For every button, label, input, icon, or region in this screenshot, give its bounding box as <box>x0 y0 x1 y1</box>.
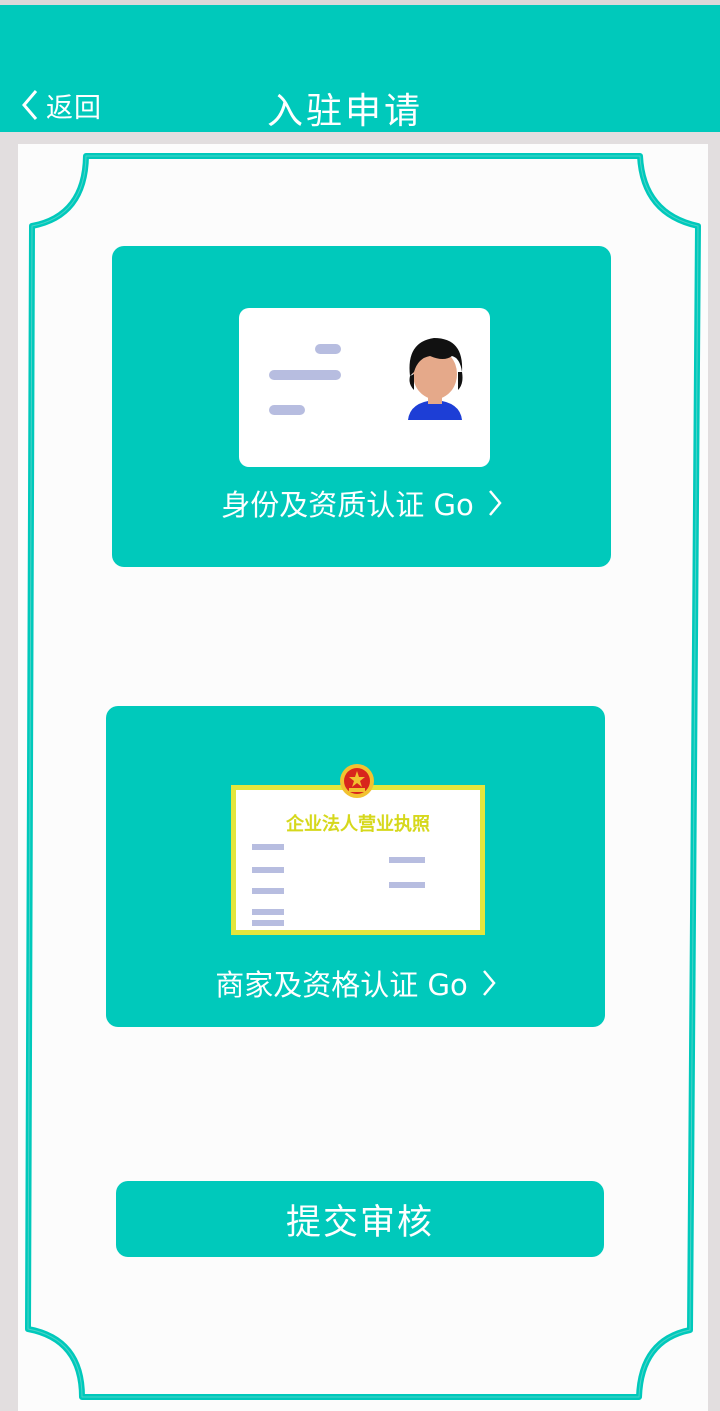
placeholder-bar <box>389 857 425 863</box>
identity-card-label-row: 身份及资质认证 Go <box>112 482 611 524</box>
placeholder-bar <box>252 867 284 873</box>
content-panel: 身份及资质认证 Go 企业法人营业执照 商家及资格认证 Go 提交审核 <box>18 144 708 1411</box>
avatar-icon <box>408 338 463 420</box>
placeholder-bar <box>389 882 425 888</box>
placeholder-bar <box>252 920 284 926</box>
placeholder-bar <box>252 909 284 915</box>
license-title: 企业法人营业执照 <box>286 814 430 835</box>
page-title: 入驻申请 <box>266 91 423 132</box>
business-card-label: 商家及资格认证 Go <box>215 968 468 1002</box>
business-license-illustration: 企业法人营业执照 <box>231 785 485 935</box>
business-verification-card[interactable]: 企业法人营业执照 商家及资格认证 Go <box>106 706 605 1027</box>
business-card-label-row: 商家及资格认证 Go <box>106 962 605 1004</box>
identity-card-label: 身份及资质认证 Go <box>221 488 474 522</box>
placeholder-bar <box>269 370 341 380</box>
placeholder-bar <box>252 844 284 850</box>
chevron-right-icon <box>488 490 502 516</box>
id-card-illustration <box>239 308 490 467</box>
placeholder-bar <box>315 344 341 354</box>
back-label: 返回 <box>46 92 102 124</box>
chevron-right-icon <box>482 970 496 996</box>
back-button[interactable]: 返回 <box>20 85 102 125</box>
placeholder-bar <box>252 888 284 894</box>
submit-review-button[interactable]: 提交审核 <box>116 1181 604 1257</box>
placeholder-bar <box>269 405 305 415</box>
national-emblem-icon <box>340 764 374 798</box>
app-header: 返回 入驻申请 <box>0 5 720 132</box>
chevron-left-icon <box>22 90 38 120</box>
identity-verification-card[interactable]: 身份及资质认证 Go <box>112 246 611 567</box>
